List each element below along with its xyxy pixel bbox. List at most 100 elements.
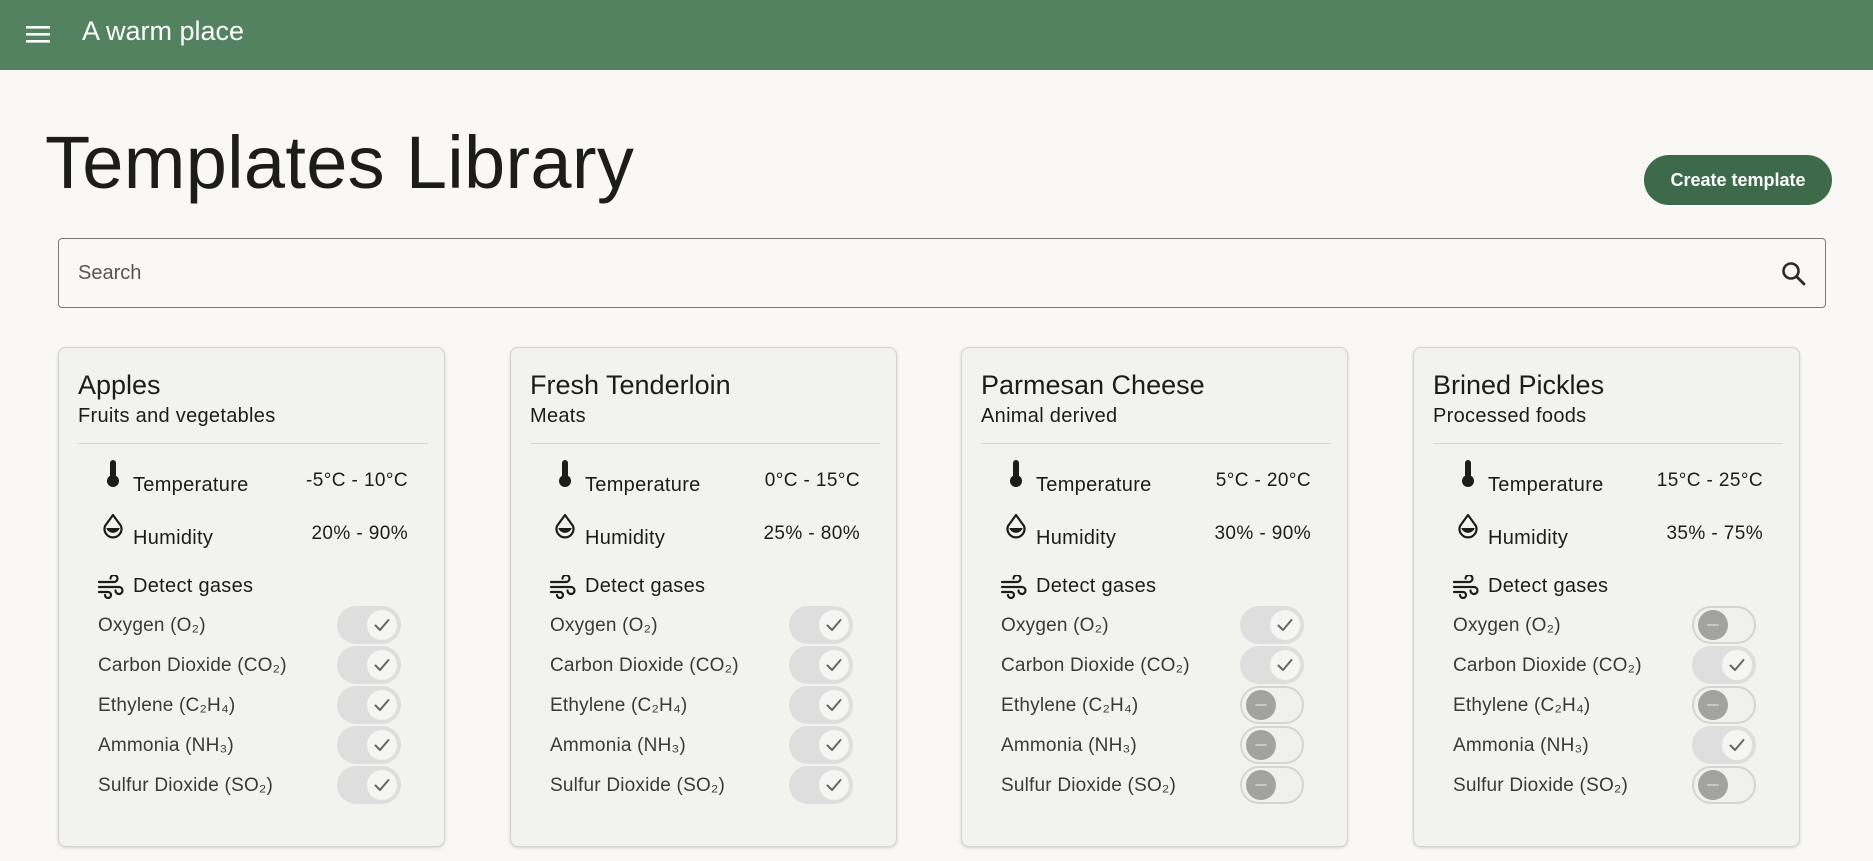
page-title: Templates Library bbox=[45, 121, 635, 204]
gas-toggle[interactable] bbox=[789, 766, 853, 804]
humidity-row: Humidity 25% - 80% bbox=[511, 511, 898, 551]
gas-label: Carbon Dioxide (CO₂) bbox=[550, 655, 739, 676]
search-field bbox=[58, 238, 1826, 308]
gas-row: Ammonia (NH₃) bbox=[59, 726, 446, 766]
card-category: Meats bbox=[530, 405, 586, 427]
search-input[interactable] bbox=[78, 239, 1758, 307]
gas-row: Ammonia (NH₃) bbox=[962, 726, 1349, 766]
gas-label: Sulfur Dioxide (SO₂) bbox=[1001, 775, 1177, 796]
gas-label: Carbon Dioxide (CO₂) bbox=[1453, 655, 1642, 676]
gas-label: Ammonia (NH₃) bbox=[1453, 735, 1589, 756]
humidity-row: Humidity 30% - 90% bbox=[962, 511, 1349, 551]
temperature-label: Temperature bbox=[1488, 474, 1604, 496]
gas-row: Carbon Dioxide (CO₂) bbox=[59, 646, 446, 686]
gas-row: Sulfur Dioxide (SO₂) bbox=[962, 766, 1349, 806]
card-title: Brined Pickles bbox=[1433, 370, 1605, 400]
water-drop-icon bbox=[101, 511, 125, 543]
gas-label: Sulfur Dioxide (SO₂) bbox=[1453, 775, 1629, 796]
humidity-value: 20% - 90% bbox=[311, 523, 408, 544]
gas-toggle[interactable] bbox=[1240, 726, 1304, 764]
gas-toggle[interactable] bbox=[1240, 646, 1304, 684]
card-category: Processed foods bbox=[1433, 405, 1587, 427]
humidity-value: 30% - 90% bbox=[1214, 523, 1311, 544]
gas-toggle[interactable] bbox=[337, 646, 401, 684]
search-icon[interactable] bbox=[1779, 259, 1809, 289]
minus-icon bbox=[1246, 690, 1276, 720]
gases-header: Detect gases bbox=[962, 570, 1349, 602]
gas-label: Oxygen (O₂) bbox=[1001, 615, 1109, 636]
gas-row: Ammonia (NH₃) bbox=[511, 726, 898, 766]
thermometer-icon bbox=[101, 458, 125, 490]
gas-toggle[interactable] bbox=[1240, 686, 1304, 724]
temperature-value: -5°C - 10°C bbox=[306, 470, 408, 491]
gas-label: Oxygen (O₂) bbox=[1453, 615, 1561, 636]
water-drop-icon bbox=[1004, 511, 1028, 543]
temperature-row: Temperature 15°C - 25°C bbox=[1414, 458, 1801, 498]
card-divider bbox=[530, 443, 880, 444]
create-template-button[interactable]: Create template bbox=[1644, 155, 1832, 205]
template-card[interactable]: Brined Pickles Processed foods Temperatur… bbox=[1413, 347, 1800, 847]
gas-toggle[interactable] bbox=[337, 686, 401, 724]
check-icon bbox=[367, 730, 397, 760]
card-category: Fruits and vegetables bbox=[78, 405, 276, 427]
gases-header: Detect gases bbox=[59, 570, 446, 602]
gas-toggle[interactable] bbox=[789, 686, 853, 724]
check-icon bbox=[819, 610, 849, 640]
gas-toggle[interactable] bbox=[1692, 606, 1756, 644]
gas-toggle[interactable] bbox=[789, 606, 853, 644]
check-icon bbox=[819, 690, 849, 720]
gas-toggle[interactable] bbox=[1692, 726, 1756, 764]
gas-toggle[interactable] bbox=[337, 766, 401, 804]
card-category: Animal derived bbox=[981, 405, 1118, 427]
check-icon bbox=[1270, 610, 1300, 640]
gas-label: Carbon Dioxide (CO₂) bbox=[98, 655, 287, 676]
gas-toggle[interactable] bbox=[1692, 646, 1756, 684]
temperature-value: 0°C - 15°C bbox=[764, 470, 860, 491]
gases-label: Detect gases bbox=[585, 575, 706, 597]
water-drop-icon bbox=[1456, 511, 1480, 543]
temperature-value: 5°C - 20°C bbox=[1215, 470, 1311, 491]
card-divider bbox=[78, 443, 428, 444]
template-card[interactable]: Parmesan Cheese Animal derived Temperatur… bbox=[961, 347, 1348, 847]
check-icon bbox=[819, 650, 849, 680]
minus-icon bbox=[1246, 770, 1276, 800]
template-card[interactable]: Apples Fruits and vegetables Temperature … bbox=[58, 347, 445, 847]
humidity-label: Humidity bbox=[133, 527, 214, 549]
gas-label: Ethylene (C₂H₄) bbox=[550, 695, 688, 716]
gases-header: Detect gases bbox=[1414, 570, 1801, 602]
water-drop-icon bbox=[553, 511, 577, 543]
gas-toggle[interactable] bbox=[789, 646, 853, 684]
card-title: Apples bbox=[78, 370, 161, 400]
gas-toggle[interactable] bbox=[337, 606, 401, 644]
gas-label: Oxygen (O₂) bbox=[98, 615, 206, 636]
gas-toggle[interactable] bbox=[1692, 766, 1756, 804]
temperature-row: Temperature 0°C - 15°C bbox=[511, 458, 898, 498]
gas-toggle[interactable] bbox=[1240, 606, 1304, 644]
temperature-label: Temperature bbox=[585, 474, 701, 496]
gas-toggle[interactable] bbox=[1692, 686, 1756, 724]
menu-icon[interactable] bbox=[22, 18, 54, 50]
gas-label: Ethylene (C₂H₄) bbox=[1453, 695, 1591, 716]
gas-row: Sulfur Dioxide (SO₂) bbox=[59, 766, 446, 806]
gas-row: Oxygen (O₂) bbox=[59, 606, 446, 646]
gas-row: Ammonia (NH₃) bbox=[1414, 726, 1801, 766]
gas-label: Ammonia (NH₃) bbox=[1001, 735, 1137, 756]
minus-icon bbox=[1698, 610, 1728, 640]
humidity-value: 25% - 80% bbox=[763, 523, 860, 544]
thermometer-icon bbox=[1456, 458, 1480, 490]
gas-row: Oxygen (O₂) bbox=[962, 606, 1349, 646]
gas-label: Carbon Dioxide (CO₂) bbox=[1001, 655, 1190, 676]
gas-row: Sulfur Dioxide (SO₂) bbox=[1414, 766, 1801, 806]
gas-toggle[interactable] bbox=[1240, 766, 1304, 804]
gas-label: Ethylene (C₂H₄) bbox=[98, 695, 236, 716]
gases-label: Detect gases bbox=[1036, 575, 1157, 597]
template-card[interactable]: Fresh Tenderloin Meats Temperature 0°C - … bbox=[510, 347, 897, 847]
gas-toggle[interactable] bbox=[337, 726, 401, 764]
gas-toggle[interactable] bbox=[789, 726, 853, 764]
gas-row: Carbon Dioxide (CO₂) bbox=[1414, 646, 1801, 686]
check-icon bbox=[1722, 650, 1752, 680]
humidity-row: Humidity 35% - 75% bbox=[1414, 511, 1801, 551]
humidity-label: Humidity bbox=[1036, 527, 1117, 549]
check-icon bbox=[367, 650, 397, 680]
humidity-value: 35% - 75% bbox=[1666, 523, 1763, 544]
